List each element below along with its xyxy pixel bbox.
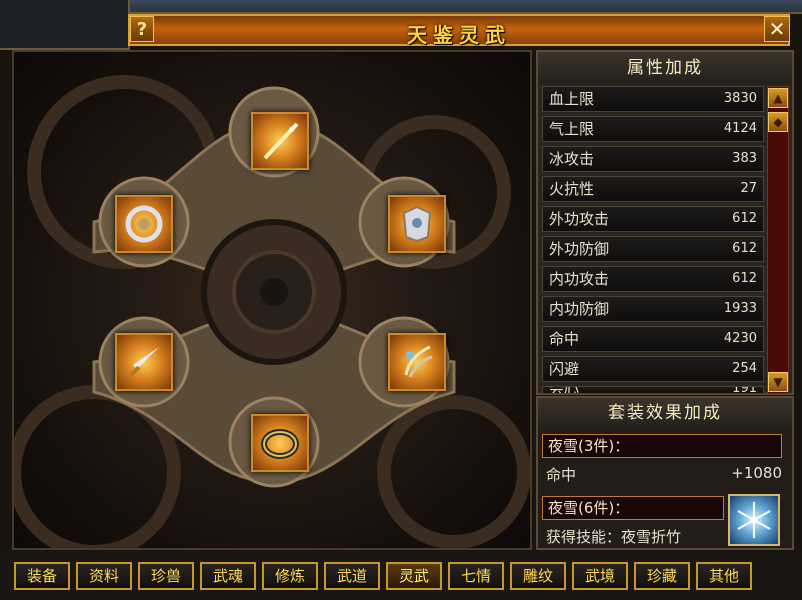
stat-row: 内功防御 1933 (542, 296, 764, 322)
close-button[interactable]: ✕ (764, 16, 790, 42)
set-tier-3-label: 夜雪(3件)： (542, 434, 782, 458)
set-tier-3-stat: 命中 (546, 466, 577, 484)
set-bonus-header: 套装效果加成 (538, 398, 792, 428)
stat-row: 命中 4230 (542, 326, 764, 352)
set-tier-3-value: +1080 (731, 464, 782, 482)
stat-label: 血上限 (549, 90, 595, 108)
scroll-down-button[interactable]: ▼ (768, 372, 788, 392)
stat-row: 闪避 254 (542, 356, 764, 382)
stat-label: 冰攻击 (549, 150, 595, 168)
stat-row: 气上限 4124 (542, 116, 764, 142)
weapon-display-panel (12, 50, 532, 550)
character-window: 天鉴灵武 ? ✕ 属性加成 血上限 3830 气上限 4124 冰攻击 383 … (0, 0, 802, 600)
tab-other[interactable]: 其他 (696, 562, 752, 590)
stat-row: 外功防御 612 (542, 236, 764, 262)
stat-row: 冰攻击 383 (542, 146, 764, 172)
stat-row: 外功攻击 612 (542, 206, 764, 232)
stat-value: 4230 (723, 331, 757, 346)
slot-bottom-ring[interactable] (251, 414, 309, 472)
stat-label: 外功防御 (549, 240, 610, 258)
stat-value: 27 (740, 181, 757, 196)
stat-row: 火抗性 27 (542, 176, 764, 202)
help-button[interactable]: ? (130, 16, 154, 42)
stat-value: 1933 (723, 301, 757, 316)
stat-row: 血上限 3830 (542, 86, 764, 112)
stat-value: 4124 (723, 121, 757, 136)
stat-label: 内功攻击 (549, 270, 610, 288)
corner-ornament (0, 0, 130, 50)
attribute-bonus-header: 属性加成 (538, 52, 792, 84)
stat-row: 内功攻击 612 (542, 266, 764, 292)
tab-pets[interactable]: 珍兽 (138, 562, 194, 590)
tab-spirit-weapon[interactable]: 灵武 (386, 562, 442, 590)
stat-label: 外功攻击 (549, 210, 610, 228)
tab-collection[interactable]: 珍藏 (634, 562, 690, 590)
tab-emotions[interactable]: 七情 (448, 562, 504, 590)
dagger-icon (129, 347, 159, 377)
scroll-up-button[interactable]: ▲ (768, 88, 788, 108)
stat-value: 3830 (723, 91, 757, 106)
window-title: 天鉴灵武 (407, 23, 511, 47)
snow-skill-icon[interactable] (728, 494, 780, 546)
scroll-thumb[interactable]: ◆ (768, 112, 788, 132)
tab-martial-soul[interactable]: 武魂 (200, 562, 256, 590)
stat-value: 612 (732, 271, 757, 286)
stat-label: 命中 (549, 330, 580, 348)
set-bonus-panel: 套装效果加成 夜雪(3件)： 命中 +1080 夜雪(6件)： 获得技能：夜雪折… (536, 396, 794, 550)
stats-scrollbar[interactable] (767, 86, 789, 394)
slot-right-armor[interactable] (388, 195, 446, 253)
stat-label: 内功防御 (549, 300, 610, 318)
spear-icon (263, 122, 299, 160)
title-bar[interactable]: 天鉴灵武 (128, 14, 790, 47)
stat-label: 会心 (549, 387, 579, 393)
stat-label: 气上限 (549, 120, 595, 138)
tab-profile[interactable]: 资料 (76, 562, 132, 590)
stat-value: 191 (732, 386, 757, 394)
ring-icon (261, 429, 299, 459)
stat-value: 612 (732, 241, 757, 256)
stat-value: 383 (732, 151, 757, 166)
stat-value: 254 (732, 361, 757, 376)
stat-value: 612 (732, 211, 757, 226)
tab-equipment[interactable]: 装备 (14, 562, 70, 590)
set-tier-6-label: 夜雪(6件)： (542, 496, 724, 520)
attribute-bonus-panel: 属性加成 血上限 3830 气上限 4124 冰攻击 383 火抗性 27 外功… (536, 50, 794, 395)
claw-icon (404, 345, 433, 378)
tab-cultivation[interactable]: 修炼 (262, 562, 318, 590)
slot-top-spear[interactable] (251, 112, 309, 170)
tab-engraving[interactable]: 雕纹 (510, 562, 566, 590)
slot-lower-right-claw[interactable] (388, 333, 446, 391)
set-tier-6-skill: 获得技能：夜雪折竹 (546, 528, 682, 546)
stat-label: 闪避 (549, 360, 580, 378)
tab-bar: 装备 资料 珍兽 武魂 修炼 武道 灵武 七情 雕纹 武境 珍藏 其他 (0, 552, 802, 600)
armor-icon (402, 205, 432, 243)
slot-left-chakram[interactable] (115, 195, 173, 253)
tab-realm[interactable]: 武境 (572, 562, 628, 590)
stat-row-partial: 会心 191 (542, 386, 764, 394)
stat-label: 火抗性 (549, 180, 595, 198)
chakram-icon (125, 205, 163, 243)
tab-martial-way[interactable]: 武道 (324, 562, 380, 590)
slot-lower-left-dagger[interactable] (115, 333, 173, 391)
